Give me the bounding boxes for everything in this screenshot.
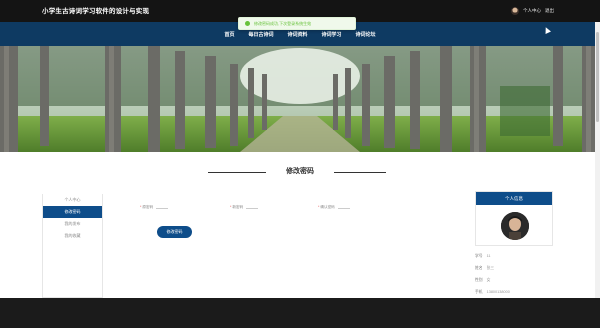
profile-info-value: 13800138000 — [486, 290, 510, 294]
new-password-input[interactable] — [246, 205, 259, 209]
profile-info-value: 张三 — [486, 266, 495, 270]
confirm-password-input[interactable] — [337, 205, 350, 209]
banner-image — [0, 46, 600, 152]
side-item-my-favorites[interactable]: 我的收藏 — [43, 230, 102, 242]
side-menu: 个人中心 修改密码 我的发布 我的收藏 — [42, 194, 103, 298]
password-form: * 原密码 * 新密码 * 确认密码 — [140, 203, 400, 211]
profile-info-row: 性别女 — [475, 278, 553, 290]
profile-info-row: 学号 11 — [475, 254, 553, 266]
confirm-password-label: 确认密码 — [320, 204, 335, 209]
profile-info-label: 学号 — [475, 254, 483, 258]
nav-poem-study[interactable]: 诗词学习 — [322, 31, 342, 38]
confirm-password-field: * 确认密码 — [318, 203, 350, 211]
app-frame: 小学生古诗词学习软件的设计与实现 个人中心 退出 修改密码成功,下次登录系统生效… — [0, 0, 600, 298]
success-toast: 修改密码成功,下次登录系统生效 — [238, 17, 356, 30]
required-mark: * — [318, 205, 320, 209]
required-mark: * — [230, 205, 232, 209]
new-password-field: * 新密码 — [230, 203, 259, 211]
profile-info-label: 性别 — [475, 278, 483, 282]
new-password-label: 新密码 — [232, 204, 244, 209]
toast-message: 修改密码成功,下次登录系统生效 — [254, 20, 312, 26]
profile-info-row: 手机 13800138000 — [475, 290, 553, 298]
profile-info-label: 姓名 — [475, 266, 483, 270]
old-password-input[interactable] — [156, 205, 169, 209]
profile-avatar — [501, 212, 529, 240]
title-line-right — [334, 172, 386, 173]
nav-poem-forum[interactable]: 诗词论坛 — [356, 31, 376, 38]
profile-info-value: 女 — [486, 278, 491, 282]
scrollbar-thumb[interactable] — [596, 32, 599, 122]
required-mark: * — [140, 205, 142, 209]
nav-daily-poem[interactable]: 每日古诗词 — [248, 31, 273, 38]
side-item-change-password[interactable]: 修改密码 — [43, 206, 102, 218]
page-title: 修改密码 — [286, 168, 314, 175]
profile-card-title: 个人信息 — [476, 192, 552, 205]
profile-info-label: 手机 — [475, 290, 483, 294]
success-icon — [245, 21, 250, 26]
profile-card: 个人信息 — [475, 191, 553, 246]
side-item-user-center[interactable]: 个人中心 — [43, 194, 102, 206]
side-item-my-posts[interactable]: 我的发布 — [43, 218, 102, 230]
old-password-field: * 原密码 — [140, 203, 169, 211]
nav-home[interactable]: 首页 — [224, 31, 234, 38]
user-avatar-icon[interactable] — [511, 7, 519, 15]
submit-change-password-button[interactable]: 修改密码 — [157, 226, 192, 238]
old-password-label: 原密码 — [142, 204, 154, 209]
profile-info-row: 姓名 张三 — [475, 266, 553, 278]
page-scrollbar[interactable] — [595, 22, 600, 298]
user-center-link[interactable]: 个人中心 — [523, 8, 541, 14]
page-title-row: 修改密码 — [0, 166, 600, 178]
profile-info-value: 11 — [486, 254, 491, 258]
site-title: 小学生古诗词学习软件的设计与实现 — [42, 8, 150, 15]
user-area: 个人中心 退出 — [511, 4, 554, 18]
profile-info: 学号 11 姓名 张三 性别女 手机 13800138000 — [475, 254, 553, 298]
logout-link[interactable]: 退出 — [545, 8, 554, 14]
nav-poem-materials[interactable]: 诗词资料 — [287, 31, 307, 38]
